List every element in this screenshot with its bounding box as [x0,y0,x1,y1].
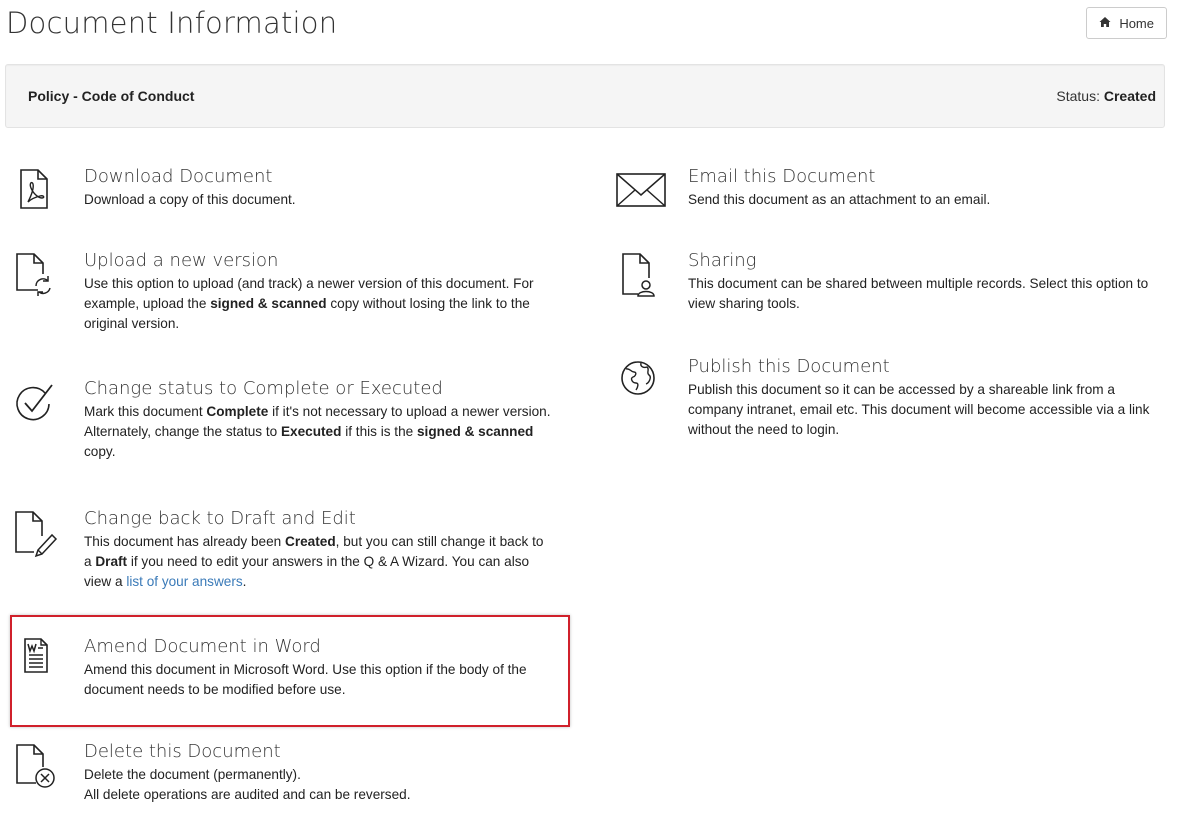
file-edit-icon [12,508,58,558]
file-delete-icon [12,741,56,789]
home-label: Home [1119,15,1154,31]
action-title: Change status to Complete or Executed [84,378,443,399]
status-badge: Created [1103,88,1156,104]
pdf-file-icon [12,166,56,214]
document-summary-bar: Policy - Code of Conduct Status: Created [5,64,1165,128]
word-document-icon [12,636,56,684]
checkmark-circle-icon [12,378,56,426]
action-title: Publish this Document [688,356,890,377]
envelope-icon [614,166,668,214]
home-icon [1099,16,1111,31]
action-description: Send this document as an attachment to a… [688,192,991,207]
action-description: Amend this document in Microsoft Word. U… [84,662,527,697]
file-upload-icon [12,250,56,298]
page-title: Document Information [6,6,338,40]
action-description: This document has already been Created, … [84,534,544,589]
action-title: Email this Document [688,166,876,187]
action-description: Publish this document so it can be acces… [688,382,1150,437]
action-description: Delete the document (permanently). All d… [84,767,411,802]
action-description: Use this option to upload (and track) a … [84,276,534,331]
home-button[interactable]: Home [1086,7,1167,39]
action-description: Mark this document Complete if it's not … [84,404,551,459]
action-description: Download a copy of this document. [84,192,296,207]
file-user-icon [616,250,660,298]
globe-icon [616,356,660,404]
action-title: Amend Document in Word [84,636,321,657]
action-description: This document can be shared between mult… [688,276,1149,311]
status-label: Status: [1056,88,1100,104]
action-title: Change back to Draft and Edit [84,508,356,529]
action-title: Upload a new version [84,250,279,271]
action-title: Sharing [688,250,757,271]
document-status: Status: Created [1056,88,1156,104]
action-title: Download Document [84,166,273,187]
list-of-answers-link[interactable]: list of your answers [126,574,242,589]
action-title: Delete this Document [84,741,281,762]
document-name: Policy - Code of Conduct [28,88,195,104]
